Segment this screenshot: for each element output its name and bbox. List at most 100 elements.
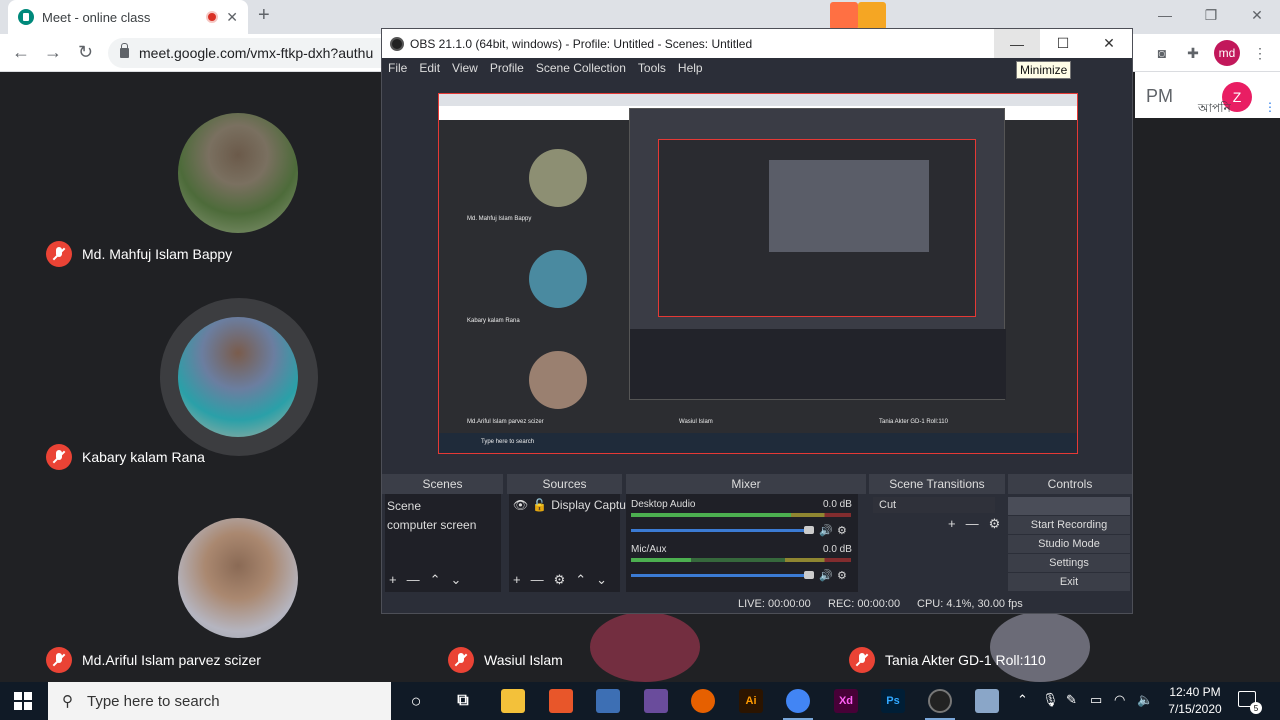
xampp-icon[interactable] bbox=[549, 689, 573, 713]
speaker-icon[interactable]: 🔊 bbox=[819, 569, 833, 582]
preview-taskbar: Type here to search bbox=[439, 433, 1077, 453]
obs-close-icon[interactable]: ✕ bbox=[1086, 29, 1132, 58]
battery-icon[interactable]: ▭ bbox=[1090, 692, 1102, 708]
chrome-minimize-icon[interactable]: — bbox=[1142, 0, 1188, 30]
preview-label: Md. Mahfuj Islam Bappy bbox=[467, 216, 532, 222]
microphone-pinned-icon[interactable] bbox=[858, 2, 886, 30]
chrome-icon[interactable] bbox=[786, 689, 810, 713]
menu-tools[interactable]: Tools bbox=[632, 58, 672, 80]
participant-name: Wasiul Islam bbox=[484, 652, 563, 668]
menu-help[interactable]: Help bbox=[672, 58, 709, 80]
xd-icon[interactable]: Xd bbox=[834, 689, 858, 713]
studio-mode-button[interactable]: Studio Mode bbox=[1008, 535, 1130, 553]
move-up-icon[interactable]: ⌃ bbox=[575, 572, 586, 588]
scenes-header: Scenes bbox=[382, 474, 503, 494]
participant-name-tag: Wasiul Islam bbox=[448, 647, 563, 673]
illustrator-icon[interactable]: Ai bbox=[739, 689, 763, 713]
reload-icon[interactable]: ↻ bbox=[78, 42, 93, 63]
gear-icon[interactable]: ⚙ bbox=[989, 516, 1001, 532]
menu-view[interactable]: View bbox=[446, 58, 484, 80]
remove-icon[interactable]: — bbox=[407, 572, 420, 588]
obs-statusbar: LIVE: 00:00:00 REC: 00:00:00 CPU: 4.1%, … bbox=[382, 594, 1132, 614]
scene-item[interactable]: computer screen bbox=[387, 518, 476, 532]
remove-icon[interactable]: — bbox=[966, 516, 979, 532]
calculator-icon[interactable] bbox=[596, 689, 620, 713]
tab-close-button[interactable]: ✕ bbox=[226, 9, 238, 26]
chrome-close-icon[interactable]: ✕ bbox=[1234, 0, 1280, 30]
scene-item[interactable]: Scene bbox=[387, 499, 421, 513]
windows-start-icon[interactable] bbox=[14, 692, 32, 710]
cortana-icon[interactable]: ○ bbox=[404, 689, 428, 713]
forward-arrow-icon[interactable]: → bbox=[44, 42, 62, 63]
menu-edit[interactable]: Edit bbox=[413, 58, 446, 80]
volume-slider[interactable] bbox=[631, 529, 811, 532]
tab-meet[interactable]: Meet - online class ✕ bbox=[8, 0, 248, 34]
remove-icon[interactable]: — bbox=[531, 572, 544, 588]
firefox-icon[interactable] bbox=[691, 689, 715, 713]
microphone-tray-icon[interactable]: 🎙 bbox=[1042, 692, 1059, 708]
speaker-icon[interactable]: 🔊 bbox=[819, 524, 833, 537]
mixer-header: Mixer bbox=[626, 474, 866, 494]
show-hidden-icons-icon[interactable]: ⌃ bbox=[1017, 692, 1028, 708]
profile-avatar[interactable]: md bbox=[1214, 40, 1240, 66]
menu-profile[interactable]: Profile bbox=[484, 58, 530, 80]
mic-off-icon bbox=[849, 647, 875, 673]
snipping-tool-icon[interactable] bbox=[644, 689, 668, 713]
add-icon[interactable]: + bbox=[513, 572, 521, 588]
more-options-icon[interactable]: ⋮ bbox=[1264, 100, 1276, 114]
exit-button[interactable]: Exit bbox=[1008, 573, 1130, 591]
pen-icon[interactable]: ✎ bbox=[1066, 692, 1077, 708]
gear-icon[interactable]: ⚙ bbox=[554, 572, 566, 588]
gear-icon[interactable]: ⚙ bbox=[837, 569, 847, 582]
sources-toolbar: + — ⚙ ⌃ ⌄ bbox=[513, 572, 607, 588]
menu-file[interactable]: File bbox=[382, 58, 413, 80]
new-tab-button[interactable]: + bbox=[258, 4, 270, 27]
volume-slider-knob[interactable] bbox=[804, 526, 814, 534]
back-arrow-icon[interactable]: ← bbox=[12, 42, 30, 63]
gear-icon[interactable]: ⚙ bbox=[837, 524, 847, 537]
mic-off-icon bbox=[46, 647, 72, 673]
add-icon[interactable]: + bbox=[948, 516, 956, 532]
preview-tabstrip bbox=[439, 94, 1077, 106]
menu-scene-collection[interactable]: Scene Collection bbox=[530, 58, 632, 80]
obs-taskbar-icon[interactable] bbox=[928, 689, 952, 713]
controls-header: Controls bbox=[1008, 474, 1132, 494]
obs-minimize-icon[interactable]: — bbox=[994, 29, 1040, 58]
address-bar[interactable]: meet.google.com/vmx-ftkp-dxh?authu bbox=[108, 38, 398, 68]
start-recording-button[interactable]: Start Recording bbox=[1008, 516, 1130, 534]
move-up-icon[interactable]: ⌃ bbox=[430, 572, 441, 588]
firefox-pinned-icon[interactable] bbox=[830, 2, 858, 30]
mic-off-icon bbox=[46, 444, 72, 470]
volume-slider[interactable] bbox=[631, 574, 811, 577]
start-streaming-button[interactable] bbox=[1008, 497, 1130, 515]
obs-maximize-icon[interactable]: ☐ bbox=[1040, 29, 1086, 58]
scenes-toolbar: + — ⌃ ⌄ bbox=[389, 572, 461, 588]
move-down-icon[interactable]: ⌄ bbox=[451, 572, 462, 588]
eye-icon[interactable]: 👁 bbox=[513, 498, 528, 512]
add-icon[interactable]: + bbox=[389, 572, 397, 588]
volume-slider-knob[interactable] bbox=[804, 571, 814, 579]
obs-titlebar[interactable]: OBS 21.1.0 (64bit, windows) - Profile: U… bbox=[382, 29, 1132, 58]
minimize-tooltip: Minimize bbox=[1016, 61, 1072, 79]
extensions-puzzle-icon[interactable]: ✚ bbox=[1183, 43, 1203, 63]
task-view-icon[interactable]: ⧉ bbox=[451, 689, 475, 713]
unlock-icon[interactable]: 🔓 bbox=[532, 498, 547, 512]
volume-icon[interactable]: 🔈 bbox=[1137, 692, 1153, 708]
obs-preview[interactable]: Md. Mahfuj Islam Bappy Kabary kalam Rana… bbox=[438, 93, 1078, 454]
settings-button[interactable]: Settings bbox=[1008, 554, 1130, 572]
chrome-menu-icon[interactable]: ⋮ bbox=[1250, 43, 1270, 63]
file-explorer-icon[interactable] bbox=[501, 689, 525, 713]
taskbar-search[interactable]: ⚲ Type here to search bbox=[48, 682, 391, 720]
camera-extension-icon[interactable]: ◙ bbox=[1152, 43, 1172, 63]
photoshop-icon[interactable]: Ps bbox=[881, 689, 905, 713]
app-icon[interactable] bbox=[975, 689, 999, 713]
chrome-restore-icon[interactable]: ❐ bbox=[1188, 0, 1234, 30]
transitions-header: Scene Transitions bbox=[869, 474, 1005, 494]
url-text: meet.google.com/vmx-ftkp-dxh?authu bbox=[139, 45, 374, 61]
source-item[interactable]: 👁 🔓 Display Capture bbox=[513, 498, 637, 512]
obs-title: OBS 21.1.0 (64bit, windows) - Profile: U… bbox=[410, 36, 753, 51]
move-down-icon[interactable]: ⌄ bbox=[596, 572, 607, 588]
wifi-icon[interactable]: ◠ bbox=[1114, 692, 1125, 708]
taskbar-clock[interactable]: 12:40 PM 7/15/2020 bbox=[1160, 684, 1230, 718]
transition-select[interactable]: Cut bbox=[873, 497, 995, 513]
